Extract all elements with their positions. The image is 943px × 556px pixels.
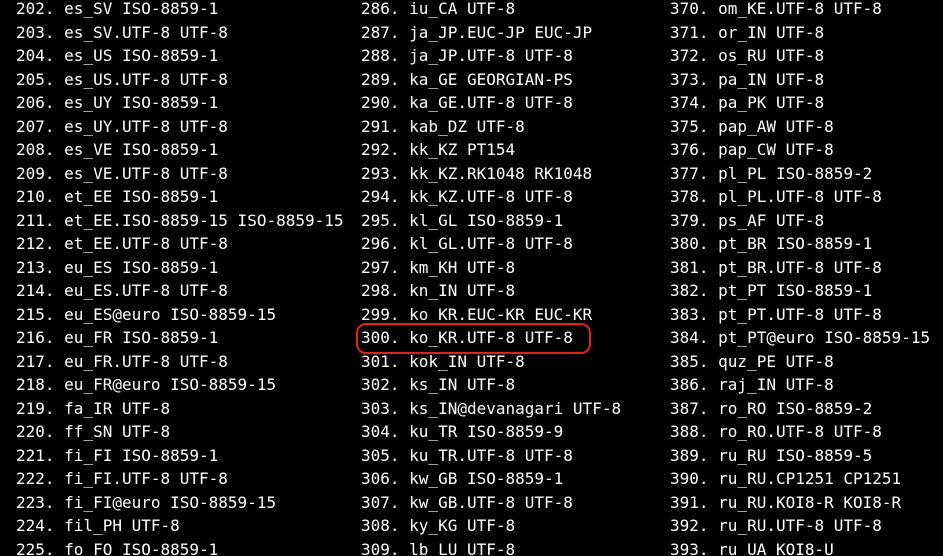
locale-line: 289. ka_GE GEORGIAN-PS <box>361 69 573 89</box>
locale-line: 374. pa_PK UTF-8 <box>670 93 825 112</box>
locale-line: 391. ru_RU.KOI8-R KOI8-R <box>670 492 902 512</box>
locale-line: 290. ka_GE.UTF-8 UTF-8 <box>361 93 573 112</box>
locale-column-3: 370. om_KE.UTF-8 UTF-8 371. or_IN UTF-8 37… <box>670 0 930 556</box>
locale-line: 373. pa_IN UTF-8 <box>670 69 825 89</box>
locale-line: 294. kk_KZ.UTF-8 UTF-8 <box>361 187 573 206</box>
locale-line: 293. kk_KZ.RK1048 RK1048 <box>361 163 593 183</box>
locale-line: 215. eu_ES@euro ISO-8859-15 <box>16 304 277 324</box>
locale-column-1: 202. es_SV ISO-8859-1 203. es_SV.UTF-8 UT… <box>16 0 344 556</box>
locale-line: 385. quz_PE UTF-8 <box>670 351 834 371</box>
locale-line: 218. eu_FR@euro ISO-8859-15 <box>16 375 277 394</box>
locale-line: 222. fi_FI.UTF-8 UTF-8 <box>16 469 228 488</box>
locale-line: 370. om_KE.UTF-8 UTF-8 <box>670 0 882 18</box>
locale-line: 298. kn_IN UTF-8 <box>361 281 516 300</box>
locale-line: 371. or_IN UTF-8 <box>670 22 825 42</box>
locale-line: 306. kw_GB ISO-8859-1 <box>361 469 564 488</box>
locale-line: 211. et_EE.ISO-8859-15 ISO-8859-15 <box>16 210 344 230</box>
locale-line: 288. ja_JP.UTF-8 UTF-8 <box>361 46 573 65</box>
locale-line: 202. es_SV ISO-8859-1 <box>16 0 219 18</box>
locale-line: 296. kl_GL.UTF-8 UTF-8 <box>361 234 573 253</box>
locale-line: 214. eu_ES.UTF-8 UTF-8 <box>16 281 228 300</box>
locale-line: 389. ru_RU ISO-8859-5 <box>670 445 873 465</box>
locale-line: 291. kab_DZ UTF-8 <box>361 116 525 136</box>
locale-line: 221. fi_FI ISO-8859-1 <box>16 445 219 465</box>
locale-line: 307. kw_GB.UTF-8 UTF-8 <box>361 492 573 512</box>
locale-line: 224. fil_PH UTF-8 <box>16 516 180 535</box>
locale-line: 212. et_EE.UTF-8 UTF-8 <box>16 234 228 253</box>
locale-line: 382. pt_PT ISO-8859-1 <box>670 281 873 300</box>
locale-line: 208. es_VE ISO-8859-1 <box>16 140 219 159</box>
locale-line: 204. es_US ISO-8859-1 <box>16 46 219 65</box>
locale-line: 308. ky_KG UTF-8 <box>361 516 516 535</box>
locale-line: 378. pl_PL.UTF-8 UTF-8 <box>670 187 882 206</box>
locale-line: 217. eu_FR.UTF-8 UTF-8 <box>16 351 228 371</box>
locale-line: 205. es_US.UTF-8 UTF-8 <box>16 69 228 89</box>
locale-line: 381. pt_BR.UTF-8 UTF-8 <box>670 257 882 277</box>
locale-line: 301. kok_IN UTF-8 <box>361 351 525 371</box>
locale-line: 225. fo_FO ISO-8859-1 <box>16 539 219 556</box>
locale-line: 292. kk_KZ PT154 <box>361 140 516 159</box>
locale-line: 376. pap_CW UTF-8 <box>670 140 834 159</box>
locale-line: 207. es_UY.UTF-8 UTF-8 <box>16 116 228 136</box>
locale-line: 209. es_VE.UTF-8 UTF-8 <box>16 163 228 183</box>
locale-line: 206. es_UY ISO-8859-1 <box>16 93 219 112</box>
locale-line: 383. pt_PT.UTF-8 UTF-8 <box>670 304 882 324</box>
locale-line: 380. pt_BR ISO-8859-1 <box>670 234 873 253</box>
locale-column-2: 286. iu_CA UTF-8 287. ja_JP.EUC-JP EUC-JP… <box>361 0 621 556</box>
locale-line: 302. ks_IN UTF-8 <box>361 375 516 394</box>
locale-line: 299. ko_KR.EUC-KR EUC-KR <box>361 304 593 324</box>
locale-line: 220. ff_SN UTF-8 <box>16 422 171 441</box>
locale-line: 392. ru_RU.UTF-8 UTF-8 <box>670 516 882 535</box>
locale-line: 379. ps_AF UTF-8 <box>670 210 825 230</box>
locale-line: 213. eu_ES ISO-8859-1 <box>16 257 219 277</box>
locale-line: 203. es_SV.UTF-8 UTF-8 <box>16 22 228 42</box>
locale-line: 384. pt_PT@euro ISO-8859-15 <box>670 328 931 347</box>
locale-line: 303. ks_IN@devanagari UTF-8 <box>361 398 622 418</box>
locale-line: 304. ku_TR ISO-8859-9 <box>361 422 564 441</box>
locale-line: 372. os_RU UTF-8 <box>670 46 825 65</box>
locale-line: 387. ro_RO ISO-8859-2 <box>670 398 873 418</box>
locale-line: 297. km_KH UTF-8 <box>361 257 516 277</box>
locale-line: 287. ja_JP.EUC-JP EUC-JP <box>361 22 593 42</box>
locale-line: 393. ru_UA KOI8-U <box>670 539 834 556</box>
locale-line: 377. pl_PL ISO-8859-2 <box>670 163 873 183</box>
locale-line: 216. eu_FR ISO-8859-1 <box>16 328 219 347</box>
locale-line: 390. ru_RU.CP1251 CP1251 <box>670 469 902 488</box>
locale-line: 286. iu_CA UTF-8 <box>361 0 516 18</box>
locale-line: 300. ko_KR.UTF-8 UTF-8 <box>361 328 573 347</box>
locale-line: 386. raj_IN UTF-8 <box>670 375 834 394</box>
locale-line: 309. lb_LU UTF-8 <box>361 539 516 556</box>
locale-line: 375. pap_AW UTF-8 <box>670 116 834 136</box>
locale-line: 223. fi_FI@euro ISO-8859-15 <box>16 492 277 512</box>
locale-line: 210. et_EE ISO-8859-1 <box>16 187 219 206</box>
locale-line: 295. kl_GL ISO-8859-1 <box>361 210 564 230</box>
terminal-window[interactable]: 202. es_SV ISO-8859-1 203. es_SV.UTF-8 UT… <box>0 0 943 556</box>
locale-line: 219. fa_IR UTF-8 <box>16 398 171 418</box>
locale-line: 305. ku_TR.UTF-8 UTF-8 <box>361 445 573 465</box>
locale-line: 388. ro_RO.UTF-8 UTF-8 <box>670 422 882 441</box>
